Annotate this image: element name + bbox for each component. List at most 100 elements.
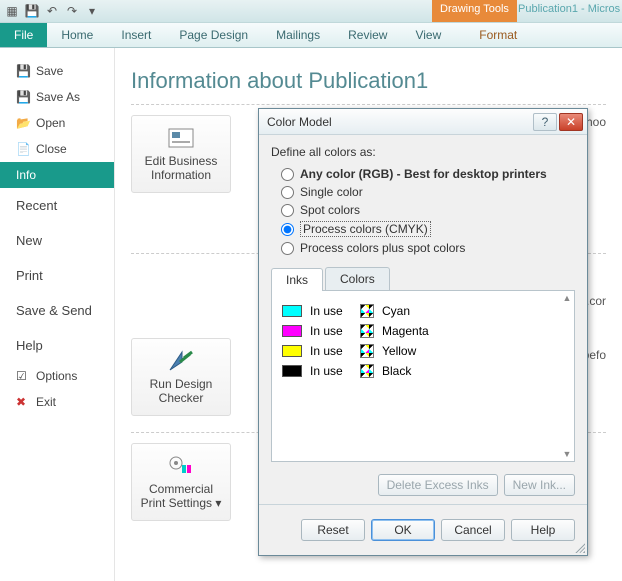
radio-input[interactable] [281, 168, 294, 181]
cmyk-icon [360, 324, 374, 338]
radio-label: Process colors plus spot colors [300, 241, 465, 255]
radio-single-color[interactable]: Single color [271, 183, 575, 201]
page-title: Information about Publication1 [131, 68, 606, 94]
nav-exit[interactable]: ✖ Exit [0, 389, 114, 415]
radio-input[interactable] [281, 223, 294, 236]
cmyk-icon [360, 304, 374, 318]
dialog-titlebar[interactable]: Color Model ? ✕ [259, 109, 587, 135]
ink-name: Yellow [382, 344, 416, 358]
ink-buttons: Delete Excess Inks New Ink... [271, 468, 575, 502]
radio-any-rgb[interactable]: Any color (RGB) - Best for desktop print… [271, 165, 575, 183]
tab-review[interactable]: Review [334, 23, 401, 47]
nav-label: Save [36, 64, 63, 78]
file-tab[interactable]: File [0, 23, 47, 47]
redo-icon[interactable]: ↷ [64, 3, 80, 19]
radio-label: Spot colors [300, 203, 360, 217]
qat-dropdown-icon[interactable]: ▾ [84, 3, 100, 19]
tab-inks[interactable]: Inks [271, 268, 323, 291]
ink-row-magenta[interactable]: In use Magenta [282, 321, 564, 341]
design-checker-icon [167, 349, 195, 373]
scroll-down-icon[interactable]: ▼ [563, 449, 572, 459]
undo-icon[interactable]: ↶ [44, 3, 60, 19]
button-label: Commercial Print Settings ▾ [136, 482, 226, 511]
cmyk-icon [360, 364, 374, 378]
tab-colors[interactable]: Colors [325, 267, 390, 290]
nav-info[interactable]: Info [0, 162, 114, 188]
dialog-title: Color Model [267, 115, 531, 129]
tab-home[interactable]: Home [47, 23, 107, 47]
open-icon: 📂 [16, 116, 30, 130]
resize-grip[interactable] [573, 541, 585, 553]
exit-icon: ✖ [16, 395, 30, 409]
business-card-icon [167, 126, 195, 150]
radio-label: Process colors (CMYK) [300, 221, 431, 237]
scrollbar[interactable]: ▲ ▼ [560, 291, 574, 461]
help-button[interactable]: Help [511, 519, 575, 541]
define-colors-label: Define all colors as: [271, 145, 575, 159]
title-bar: ▦ 💾 ↶ ↷ ▾ Drawing Tools Publication1 - M… [0, 0, 622, 22]
nav-recent[interactable]: Recent [0, 188, 114, 223]
button-label: Run Design Checker [136, 377, 226, 406]
cancel-button[interactable]: Cancel [441, 519, 505, 541]
swatch-icon [282, 305, 302, 317]
ink-name: Cyan [382, 304, 410, 318]
radio-input[interactable] [281, 186, 294, 199]
commercial-print-settings-button[interactable]: Commercial Print Settings ▾ [131, 443, 231, 521]
new-ink-button: New Ink... [504, 474, 575, 496]
run-design-checker-button[interactable]: Run Design Checker [131, 338, 231, 416]
radio-process-plus-spot[interactable]: Process colors plus spot colors [271, 239, 575, 257]
close-icon: 📄 [16, 142, 30, 156]
options-icon: ☑ [16, 369, 30, 383]
radio-label: Any color (RGB) - Best for desktop print… [300, 167, 547, 181]
edit-business-info-button[interactable]: Edit Business Information [131, 115, 231, 193]
radio-process-cmyk[interactable]: Process colors (CMYK) [271, 219, 575, 239]
nav-print[interactable]: Print [0, 258, 114, 293]
tab-mailings[interactable]: Mailings [262, 23, 334, 47]
save-as-icon: 💾 [16, 90, 30, 104]
nav-label: Exit [36, 395, 56, 409]
dialog-help-button[interactable]: ? [533, 113, 557, 131]
scroll-up-icon[interactable]: ▲ [563, 293, 572, 303]
save-icon[interactable]: 💾 [24, 3, 40, 19]
ink-status: In use [310, 344, 352, 358]
radio-input[interactable] [281, 204, 294, 217]
cmyk-icon [360, 344, 374, 358]
backstage-nav: 💾 Save 💾 Save As 📂 Open 📄 Close Info Rec… [0, 48, 115, 581]
swatch-icon [282, 345, 302, 357]
nav-label: Open [36, 116, 65, 130]
ok-button[interactable]: OK [371, 519, 435, 541]
radio-input[interactable] [281, 242, 294, 255]
tab-format[interactable]: Format [465, 23, 531, 47]
delete-excess-inks-button: Delete Excess Inks [378, 474, 498, 496]
ink-row-yellow[interactable]: In use Yellow [282, 341, 564, 361]
radio-spot-colors[interactable]: Spot colors [271, 201, 575, 219]
nav-label: Info [16, 168, 36, 182]
nav-help[interactable]: Help [0, 328, 114, 363]
ink-row-black[interactable]: In use Black [282, 361, 564, 381]
dialog-tabstrip: Inks Colors [271, 267, 575, 291]
ink-status: In use [310, 304, 352, 318]
nav-save-send[interactable]: Save & Send [0, 293, 114, 328]
nav-new[interactable]: New [0, 223, 114, 258]
nav-label: Options [36, 369, 77, 383]
tab-insert[interactable]: Insert [107, 23, 165, 47]
save-icon: 💾 [16, 64, 30, 78]
ink-status: In use [310, 324, 352, 338]
app-icon: ▦ [4, 3, 20, 19]
swatch-icon [282, 325, 302, 337]
window-title: Publication1 - Micros [518, 3, 620, 15]
ink-status: In use [310, 364, 352, 378]
nav-close[interactable]: 📄 Close [0, 136, 114, 162]
tab-page-design[interactable]: Page Design [165, 23, 262, 47]
reset-button[interactable]: Reset [301, 519, 365, 541]
nav-save-as[interactable]: 💾 Save As [0, 84, 114, 110]
radio-label: Single color [300, 185, 363, 199]
tab-view[interactable]: View [401, 23, 455, 47]
nav-label: Save As [36, 90, 80, 104]
dialog-close-button[interactable]: ✕ [559, 113, 583, 131]
nav-options[interactable]: ☑ Options [0, 363, 114, 389]
dialog-buttons: Reset OK Cancel Help [271, 511, 575, 545]
nav-open[interactable]: 📂 Open [0, 110, 114, 136]
ink-row-cyan[interactable]: In use Cyan [282, 301, 564, 321]
nav-save[interactable]: 💾 Save [0, 58, 114, 84]
